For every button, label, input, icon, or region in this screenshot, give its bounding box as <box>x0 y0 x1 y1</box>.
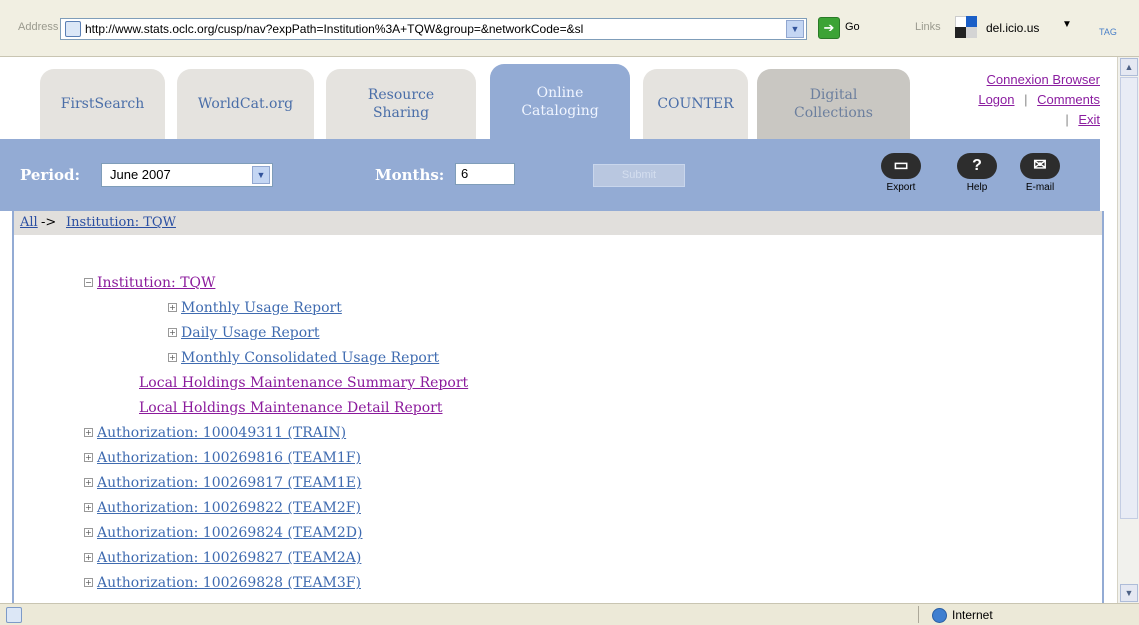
email-icon: ✉ <box>1020 153 1060 179</box>
chevron-down-icon[interactable]: ▼ <box>252 166 270 184</box>
export-button[interactable]: ▭ Export <box>879 153 923 195</box>
expand-icon[interactable]: + <box>84 578 93 587</box>
help-label: Help <box>966 182 988 193</box>
tree-node-authorization[interactable]: + Authorization: 100049311 (TRAIN) <box>84 425 346 441</box>
period-select[interactable]: June 2007 ▼ <box>101 163 273 187</box>
status-divider <box>918 606 919 623</box>
expand-icon[interactable]: + <box>168 353 177 362</box>
logon-link[interactable]: Logon <box>978 92 1014 107</box>
links-label[interactable]: Links <box>915 21 941 33</box>
page-icon <box>6 607 22 623</box>
main-tabs: FirstSearch WorldCat.org Resource Sharin… <box>0 57 1118 140</box>
help-icon: ? <box>957 153 997 179</box>
tree-node-authorization[interactable]: + Authorization: 100269822 (TEAM2F) <box>84 500 361 516</box>
tree-node-authorization[interactable]: + Authorization: 100269824 (TEAM2D) <box>84 525 362 541</box>
address-input[interactable]: http://www.stats.oclc.org/cusp/nav?expPa… <box>60 18 807 40</box>
tab-counter[interactable]: COUNTER <box>643 69 748 139</box>
tree-node-authorization[interactable]: + Authorization: 100269828 (TEAM3F) <box>84 575 361 591</box>
delicious-link[interactable]: del.icio.us <box>986 21 1039 35</box>
security-zone: Internet <box>952 608 993 622</box>
browser-address-bar: Address http://www.stats.oclc.org/cusp/n… <box>0 0 1139 57</box>
tree-node-institution[interactable]: − Institution: TQW <box>84 275 215 291</box>
expand-icon[interactable]: + <box>84 503 93 512</box>
email-button[interactable]: ✉ E-mail <box>1018 153 1062 195</box>
tag-button[interactable]: TAG <box>1099 27 1117 37</box>
link-separator: | <box>1065 112 1069 127</box>
scroll-thumb[interactable] <box>1120 77 1138 519</box>
expand-icon[interactable]: + <box>168 303 177 312</box>
expand-icon[interactable]: + <box>168 328 177 337</box>
scroll-down-icon[interactable]: ▼ <box>1120 584 1138 602</box>
tab-online-cataloging[interactable]: Online Cataloging <box>490 64 630 139</box>
help-button[interactable]: ? Help <box>955 153 999 195</box>
tab-worldcat[interactable]: WorldCat.org <box>177 69 314 139</box>
chevron-down-icon[interactable]: ▼ <box>1062 19 1072 30</box>
link-separator: | <box>1024 92 1028 107</box>
page-icon <box>65 21 81 37</box>
tree-node-report[interactable]: + Monthly Usage Report <box>168 300 342 316</box>
months-label: Months: <box>375 166 445 184</box>
breadcrumb-all[interactable]: All <box>20 215 38 230</box>
breadcrumb: All -> Institution: TQW <box>14 211 1102 235</box>
go-button[interactable]: Go <box>845 21 860 33</box>
scroll-up-icon[interactable]: ▲ <box>1120 58 1138 76</box>
export-label: Export <box>886 182 916 193</box>
tree-node-report[interactable]: + Daily Usage Report <box>168 325 319 341</box>
email-label: E-mail <box>1025 182 1055 193</box>
comments-link[interactable]: Comments <box>1037 92 1100 107</box>
period-label: Period: <box>20 166 81 184</box>
expand-icon[interactable]: + <box>84 553 93 562</box>
top-links: Connexion Browser Logon | Comments | Exi… <box>920 70 1100 130</box>
go-arrow-icon[interactable]: ➔ <box>818 17 840 39</box>
chevron-down-icon[interactable]: ▼ <box>786 20 804 38</box>
tab-digital-collections[interactable]: Digital Collections <box>757 69 910 139</box>
tree-node-report[interactable]: Local Holdings Maintenance Detail Report <box>139 400 442 416</box>
months-input[interactable]: 6 <box>455 163 515 185</box>
tree-node-authorization[interactable]: + Authorization: 100269816 (TEAM1F) <box>84 450 361 466</box>
status-bar: Internet <box>0 603 1139 625</box>
expand-icon[interactable]: + <box>84 453 93 462</box>
address-label: Address <box>18 21 59 33</box>
collapse-icon[interactable]: − <box>84 278 93 287</box>
tab-resource-sharing[interactable]: Resource Sharing <box>326 69 476 139</box>
address-url[interactable]: http://www.stats.oclc.org/cusp/nav?expPa… <box>85 22 775 36</box>
tree-node-authorization[interactable]: + Authorization: 100269827 (TEAM2A) <box>84 550 361 566</box>
breadcrumb-current[interactable]: Institution: TQW <box>66 215 176 230</box>
tree-node-report[interactable]: + Monthly Consolidated Usage Report <box>168 350 439 366</box>
report-tree-panel: All -> Institution: TQW − Institution: TQ… <box>12 211 1104 603</box>
report-toolbar: Period: June 2007 ▼ Months: 6 Submit ▭ E… <box>0 139 1100 211</box>
vertical-scrollbar[interactable]: ▲ ▼ <box>1117 57 1139 603</box>
delicious-icon[interactable] <box>955 16 977 38</box>
tree-node-authorization[interactable]: + Authorization: 100269817 (TEAM1E) <box>84 475 361 491</box>
export-icon: ▭ <box>881 153 921 179</box>
submit-button[interactable]: Submit <box>593 164 685 187</box>
tab-firstsearch[interactable]: FirstSearch <box>40 69 165 139</box>
breadcrumb-arrow: -> <box>41 215 57 230</box>
connexion-browser-link[interactable]: Connexion Browser <box>987 72 1100 87</box>
expand-icon[interactable]: + <box>84 478 93 487</box>
expand-icon[interactable]: + <box>84 428 93 437</box>
expand-icon[interactable]: + <box>84 528 93 537</box>
page-content: FirstSearch WorldCat.org Resource Sharin… <box>0 57 1118 603</box>
exit-link[interactable]: Exit <box>1078 112 1100 127</box>
period-value: June 2007 <box>110 167 171 182</box>
tree-node-report[interactable]: Local Holdings Maintenance Summary Repor… <box>139 375 468 391</box>
globe-icon <box>932 608 947 623</box>
